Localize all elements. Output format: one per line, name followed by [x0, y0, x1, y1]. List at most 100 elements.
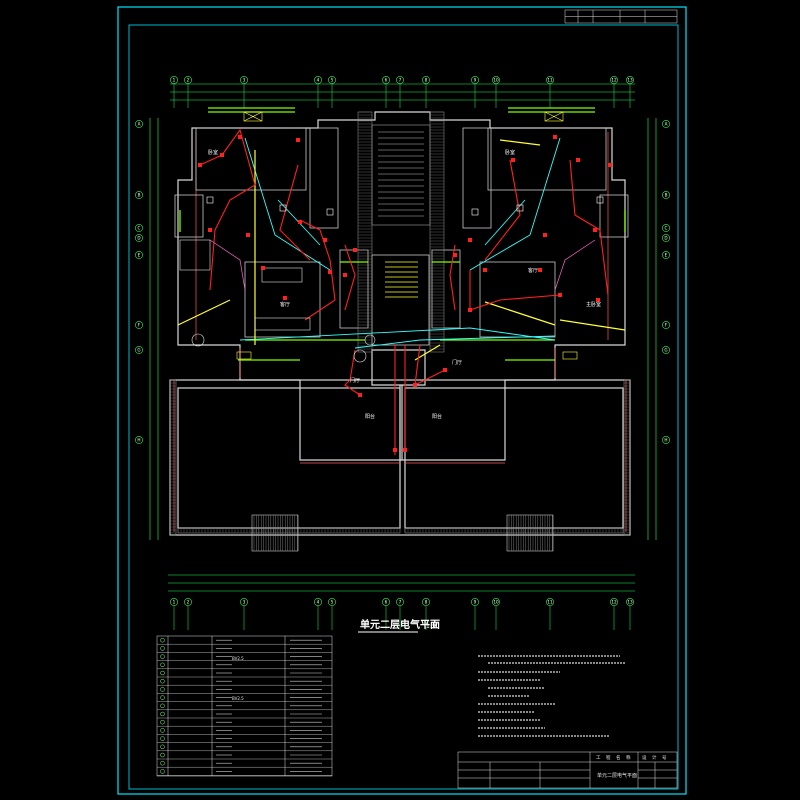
left-axis-label: B [138, 193, 141, 198]
legend-symbol [160, 654, 165, 659]
outlet-symbol [343, 273, 347, 277]
bottom-axis-label: 4 [317, 600, 320, 605]
legend-symbol [160, 678, 165, 684]
bottom-axis-label: 13 [627, 600, 633, 605]
wiring-red [199, 128, 609, 455]
room-label-bedroom-right: 卧室 [505, 149, 515, 156]
outlet-symbol [413, 383, 417, 387]
notes-block [478, 655, 625, 737]
right-axis-label: B [665, 193, 668, 198]
outlet-symbol [198, 163, 202, 167]
interior-walls [174, 127, 629, 346]
legend-symbol [160, 736, 165, 741]
right-axis-label: E [665, 253, 668, 258]
legend-symbol [160, 769, 165, 774]
left-axis-label: C [138, 226, 141, 231]
bottom-axis-label: 7 [399, 600, 402, 605]
title-block-sheet-name: 单元二层电气平面 [597, 772, 637, 779]
title-block-heads: 工程名称 设计号 [596, 754, 667, 761]
legend-symbol [160, 752, 165, 758]
outlet-symbol [403, 448, 407, 452]
bottom-axis-label: 1 [173, 600, 176, 605]
title-block-head-char: 计 [652, 754, 657, 761]
bottom-axis-label: 8 [425, 600, 428, 605]
outlet-symbol [238, 135, 242, 139]
left-axis-label: A [138, 122, 141, 127]
room-label-living-left: 客厅 [280, 301, 290, 308]
legend-symbol [160, 687, 165, 692]
room-label-bedroom-left: 卧室 [208, 149, 218, 156]
title-block-head-char: 工 [596, 755, 601, 761]
right-axis-label: H [664, 438, 667, 443]
right-axis-label: F [665, 323, 668, 328]
left-axis-markers: A B CD E F G H [135, 120, 143, 444]
building-walls [169, 111, 631, 536]
right-axis-label: A [665, 122, 668, 127]
outlet-symbol [353, 248, 357, 252]
switch-symbol [326, 208, 334, 216]
inner-frame [128, 24, 679, 790]
outlet-symbol [261, 266, 265, 270]
wiring-pink [209, 239, 596, 291]
left-axis-label: E [138, 253, 141, 258]
corner-stamp [564, 9, 678, 24]
bottom-axis-label: 11 [547, 600, 553, 605]
outlet-symbol [323, 238, 327, 242]
top-axis-label: 3 [243, 78, 246, 83]
outlet-symbol [358, 393, 362, 397]
left-axis-label: G [137, 348, 140, 353]
top-axis-label: 10 [493, 78, 499, 83]
outlet-symbol [283, 296, 287, 300]
legend-rows [157, 637, 332, 776]
bottom-axis-label: 10 [493, 600, 499, 605]
legend-symbol [160, 646, 165, 651]
bottom-axis-label: 3 [243, 600, 246, 605]
hatched-wall [623, 379, 631, 536]
top-axis-label: 2 [187, 78, 190, 83]
right-axis-label: D [664, 236, 667, 241]
outlet-symbol [543, 233, 547, 237]
room-label-master-right: 主卧室 [586, 301, 601, 308]
top-axis-label: 13 [627, 78, 633, 83]
outlet-symbol [538, 268, 542, 272]
top-axis-label: 1 [173, 78, 176, 83]
title-block-head-char: 名 [616, 754, 621, 761]
right-axis-markers: A B CD E F G H [662, 120, 670, 444]
outlet-symbol [296, 138, 300, 142]
left-axis-label: D [137, 236, 140, 241]
top-axis-label: 5 [331, 78, 334, 83]
legend-header-2: BV2.5 [232, 696, 244, 701]
bottom-axis-label: 2 [187, 600, 190, 605]
outlet-symbol [453, 253, 457, 257]
room-label-hall-left: 门厅 [350, 377, 360, 384]
bottom-axis-label: 12 [611, 600, 617, 605]
top-axis-label: 4 [317, 78, 320, 83]
legend-symbol [160, 695, 165, 700]
left-axis-label: F [138, 323, 141, 328]
outlet-symbol [468, 308, 472, 312]
outlet-symbol [298, 220, 302, 224]
top-axis-label: 12 [611, 78, 617, 83]
switch-symbol [471, 208, 479, 216]
fixtures [179, 111, 578, 363]
room-label-hall-right: 门厅 [452, 359, 462, 366]
hatched-wall [169, 379, 177, 536]
outlet-symbol [328, 270, 332, 274]
bottom-axis-label: 5 [331, 600, 334, 605]
room-label-balcony-left: 阳台 [365, 413, 375, 420]
right-axis-label: C [665, 226, 668, 231]
stair-treads [378, 131, 424, 298]
outlet-symbol [593, 228, 597, 232]
cad-sheet: 1 2 3 4 5 6 7 8 9 10 11 12 13 1 2 3 4 5 6 7 8 9 10 11 12 13 ABCD… [117, 6, 687, 795]
outlet-symbol [443, 368, 447, 372]
legend-symbol [160, 637, 165, 643]
legend-symbol [160, 670, 165, 676]
switch-symbol [206, 196, 214, 204]
dimension-bottom [168, 574, 635, 592]
top-axis-label: 8 [425, 78, 428, 83]
drawing-scale: 1:50 [426, 623, 440, 630]
legend-symbol [160, 703, 165, 709]
legend-symbol [160, 662, 165, 668]
top-axis-label: 6 [385, 78, 388, 83]
bottom-axis-label: 9 [474, 600, 477, 605]
